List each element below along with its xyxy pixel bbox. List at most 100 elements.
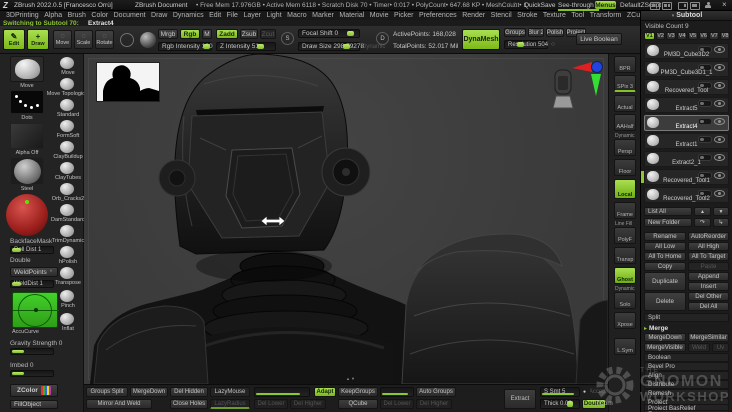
axis-gizmo[interactable] bbox=[570, 58, 606, 100]
spix-slider[interactable]: SPix 3 bbox=[614, 75, 636, 92]
menu-file[interactable]: File bbox=[227, 12, 238, 19]
layout-full-icon[interactable] bbox=[690, 2, 700, 10]
menu-alpha[interactable]: Alpha bbox=[44, 12, 62, 19]
recent-brush-thumb[interactable] bbox=[60, 267, 74, 279]
tab-v5[interactable]: V5 bbox=[687, 32, 698, 40]
tab-v2[interactable]: V2 bbox=[655, 32, 666, 40]
tab-v1[interactable]: V1 bbox=[644, 32, 655, 40]
subtool-row-selected[interactable]: Extract4 bbox=[644, 115, 729, 131]
transp-button[interactable]: Transp bbox=[614, 247, 636, 264]
recent-brush-thumb[interactable] bbox=[60, 162, 74, 174]
blur-slider[interactable]: Blur 2 bbox=[528, 28, 544, 37]
subtool-row[interactable]: Recovered_Tool2 bbox=[644, 187, 729, 203]
mergedown-button-bottom[interactable]: MergeDown bbox=[130, 387, 168, 397]
draw-size-slider[interactable]: Draw Size 298.79278 bbox=[298, 42, 364, 51]
frame-button[interactable]: Frame bbox=[614, 202, 636, 219]
menu-document[interactable]: Document bbox=[114, 12, 146, 19]
tab-v6[interactable]: V6 bbox=[698, 32, 709, 40]
del-lower-button[interactable]: Del Lower bbox=[254, 399, 288, 409]
layout-left-tray-icon[interactable] bbox=[650, 2, 660, 10]
menu-transform[interactable]: Transform bbox=[590, 12, 622, 19]
del-all-button[interactable]: Del All bbox=[688, 302, 729, 311]
current-brush-thumbnail[interactable] bbox=[10, 56, 44, 82]
menu-layer[interactable]: Layer bbox=[243, 12, 261, 19]
scale-button[interactable]: ◌ Scale bbox=[74, 30, 93, 49]
polyf-button[interactable]: PolyF bbox=[614, 227, 636, 244]
canvas-divider-handle[interactable]: ▲▼ bbox=[336, 376, 366, 382]
auto-groups-button[interactable]: Auto Groups bbox=[416, 387, 456, 397]
autoreorder-button[interactable]: AutoReorder bbox=[688, 232, 729, 241]
del-higher2-button[interactable]: Del Higher bbox=[416, 399, 452, 409]
append-button[interactable]: Append bbox=[688, 272, 729, 281]
dynamesh-button[interactable]: DynaMesh bbox=[462, 29, 500, 50]
mirror-and-weld-button[interactable]: Mirror And Weld bbox=[86, 399, 152, 409]
move-down-button[interactable]: ▼ bbox=[713, 207, 729, 216]
del-hidden-button[interactable]: Del Hidden bbox=[170, 387, 208, 397]
weldpoints-dropdown[interactable]: WeldPoints * bbox=[10, 267, 58, 277]
boolean-button[interactable]: Boolean bbox=[644, 353, 729, 362]
bevel-pro-button[interactable]: Bevel Pro bbox=[644, 362, 729, 371]
merge-section-header[interactable]: ▸ Merge bbox=[644, 324, 729, 332]
menus-button[interactable]: Menus bbox=[595, 1, 616, 9]
actual-button[interactable]: Actual bbox=[614, 95, 636, 112]
lsym-button[interactable]: L.Sym bbox=[614, 338, 636, 355]
mergesimilar-button[interactable]: MergeSimilar bbox=[688, 333, 729, 342]
rename-button[interactable]: Rename bbox=[644, 232, 686, 241]
recent-brush-thumb[interactable] bbox=[60, 57, 74, 69]
recent-brush-thumb[interactable] bbox=[60, 78, 74, 90]
del-lower2-button[interactable]: Del Lower bbox=[380, 399, 414, 409]
insert-button[interactable]: Insert bbox=[688, 282, 729, 291]
subtool-row[interactable]: Extract2_1 bbox=[644, 151, 729, 167]
subtool-row[interactable]: Recovered_Tool bbox=[644, 79, 729, 95]
menu-render[interactable]: Render bbox=[462, 12, 485, 19]
layout-both-trays-icon[interactable] bbox=[662, 2, 672, 10]
folder-move-out-icon[interactable]: ↷ bbox=[694, 218, 711, 227]
stroke-thumbnail[interactable] bbox=[10, 90, 44, 114]
remesh-button[interactable]: Remesh bbox=[644, 389, 729, 398]
smooth-slider[interactable] bbox=[380, 387, 414, 397]
menu-3dprinting[interactable]: 3DPrinting bbox=[6, 12, 39, 19]
recent-brush-thumb[interactable] bbox=[60, 183, 74, 195]
ghost-button[interactable]: Ghost bbox=[614, 267, 636, 284]
split-button[interactable]: Split bbox=[644, 313, 729, 322]
resolution-dot-icon[interactable]: ○ bbox=[551, 41, 555, 48]
focal-shift-slider[interactable]: Focal Shift 0 bbox=[298, 29, 360, 38]
menu-tool[interactable]: Tool bbox=[571, 12, 584, 19]
rgb-button[interactable]: Rgb bbox=[180, 29, 200, 39]
m-button[interactable]: M bbox=[202, 29, 212, 39]
bpr-button[interactable]: BPR bbox=[614, 56, 636, 73]
move-button[interactable]: ◌ Move bbox=[53, 30, 72, 49]
gravity-strength-slider[interactable] bbox=[10, 348, 54, 355]
material-thumbnail[interactable] bbox=[10, 157, 44, 185]
rgb-intensity-slider[interactable]: Rgb Intensity 100 bbox=[158, 42, 213, 51]
live-boolean-button[interactable]: Live Boolean bbox=[576, 33, 622, 45]
list-all-button[interactable]: List All bbox=[644, 207, 692, 216]
dynamic-size-icon[interactable]: D bbox=[376, 32, 389, 45]
lazyradius-slider[interactable]: LazyRadius bbox=[210, 399, 250, 409]
menu-preferences[interactable]: Preferences bbox=[419, 12, 457, 19]
z-intensity-slider[interactable]: Z Intensity 51 bbox=[216, 42, 276, 51]
zcolor-button[interactable]: ZColor bbox=[10, 384, 58, 397]
tcorn-toggle[interactable]: TCorn bbox=[596, 401, 613, 407]
groups-button[interactable]: Groups bbox=[504, 28, 526, 37]
subtool-row[interactable]: Recovered_Tool1 bbox=[644, 169, 729, 185]
subtool-row[interactable]: PM3D_Cube3D2 bbox=[644, 43, 729, 59]
move-up-button[interactable]: ▲ bbox=[694, 207, 711, 216]
uv-button[interactable]: Uv bbox=[712, 343, 729, 352]
menu-edit[interactable]: Edit bbox=[209, 12, 221, 19]
sculptris-pro-icon[interactable]: S bbox=[281, 32, 294, 45]
accept-button[interactable]: Accept bbox=[590, 387, 606, 397]
menu-macro[interactable]: Macro bbox=[287, 12, 306, 19]
subtool-row[interactable]: PM3D_Cube3D1_1 bbox=[644, 61, 729, 77]
color-picker-sphere[interactable] bbox=[6, 194, 50, 236]
aahalf-button[interactable]: AAHalf bbox=[614, 114, 636, 131]
solo-button[interactable]: Solo bbox=[614, 292, 636, 309]
qcube-button[interactable]: QCube bbox=[338, 399, 378, 409]
groups-split-button[interactable]: Groups Split bbox=[86, 387, 128, 397]
double-toggle[interactable]: Double bbox=[10, 257, 31, 264]
del-other-button[interactable]: Del Other bbox=[688, 292, 729, 301]
mergedown-button[interactable]: MergeDown bbox=[644, 333, 686, 342]
all-low-button[interactable]: All Low bbox=[644, 242, 686, 251]
delete-button[interactable]: Delete bbox=[644, 292, 686, 311]
draw-button[interactable]: + Draw bbox=[27, 29, 49, 50]
